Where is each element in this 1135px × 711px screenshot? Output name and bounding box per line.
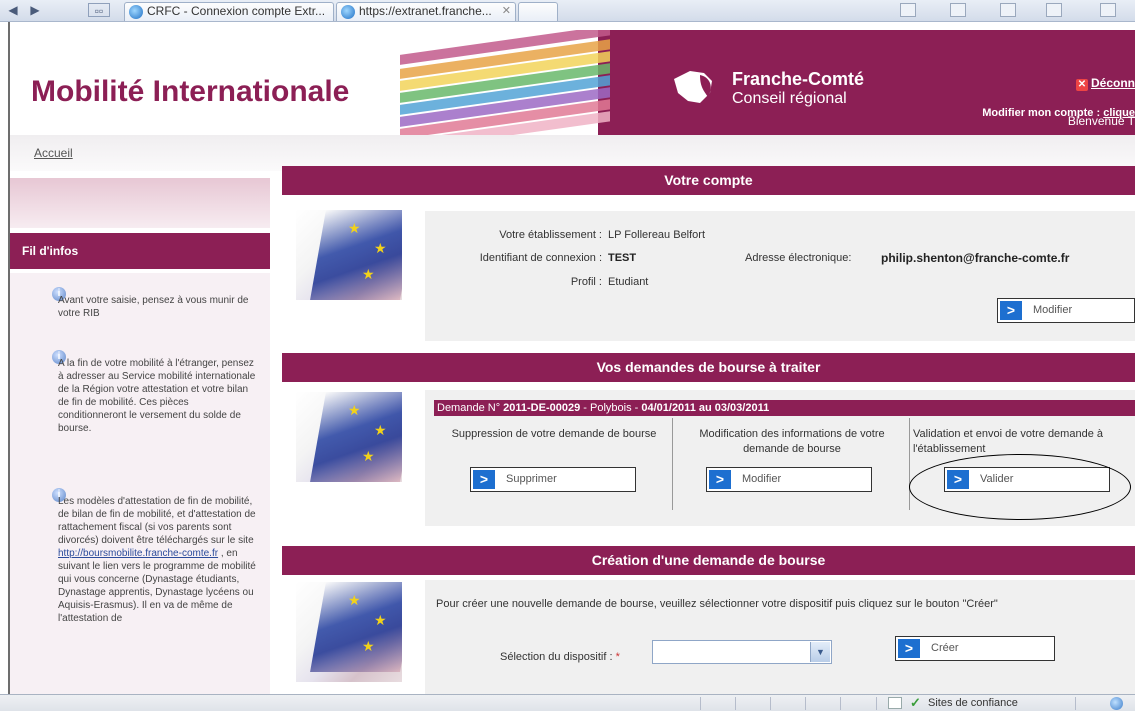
- back-icon[interactable]: ◀: [4, 3, 22, 17]
- dispositif-label: Sélection du dispositif : *: [500, 651, 620, 663]
- checkmark-icon: ✓: [910, 695, 921, 710]
- email-value: philip.shenton@franche-comte.fr: [881, 251, 1070, 265]
- sidebar-banner: [10, 178, 270, 228]
- modify-request-button[interactable]: > Modifier: [706, 467, 872, 492]
- column-divider: [909, 418, 910, 510]
- modify-description: Modification des informations de votre d…: [699, 428, 885, 455]
- identifiant-value: TEST: [608, 252, 637, 264]
- demande-number: 2011-DE-00029: [503, 402, 581, 414]
- demande-prefix: Demande N°: [437, 402, 504, 414]
- profil-value: Etudiant: [608, 276, 649, 288]
- section-header-account: Votre compte: [282, 166, 1135, 195]
- news-list: [10, 273, 270, 694]
- close-icon[interactable]: ✕: [502, 3, 511, 19]
- create-request-button[interactable]: > Créer: [895, 636, 1055, 661]
- section-header-requests: Vos demandes de bourse à traiter: [282, 353, 1135, 382]
- tools-icon[interactable]: [1100, 3, 1116, 17]
- feeds-icon[interactable]: [950, 3, 966, 17]
- modify-account-link[interactable]: clique: [1103, 107, 1135, 119]
- chevron-right-icon: >: [1000, 301, 1022, 320]
- window-left-border: [0, 22, 10, 694]
- page-icon[interactable]: [1046, 3, 1062, 17]
- required-mark: *: [615, 651, 620, 663]
- browser-tab-bar: ◀ ▶ ▫▫ CRFC - Connexion compte Extr... h…: [0, 0, 1135, 22]
- new-tab[interactable]: [518, 2, 558, 21]
- delete-description: Suppression de votre demande de bourse: [451, 428, 657, 440]
- section-header-creation: Création d'une demande de bourse: [282, 546, 1135, 575]
- ie-icon: [129, 5, 143, 19]
- email-label: Adresse électronique:: [745, 252, 852, 264]
- news-link[interactable]: http://boursmobilite.franche-comte.fr: [58, 548, 218, 559]
- ie-icon: [341, 5, 355, 19]
- identifiant-label: Identifiant de connexion :: [479, 252, 602, 264]
- dispositif-select[interactable]: ▼: [652, 640, 832, 664]
- forward-icon[interactable]: ▶: [26, 3, 44, 17]
- close-icon: ✕: [1075, 79, 1088, 91]
- etablissement-value: LP Follereau Belfort: [608, 229, 706, 241]
- tab-crfc[interactable]: CRFC - Connexion compte Extr...: [124, 2, 334, 21]
- region-name: Franche-Comté: [732, 69, 865, 89]
- breadcrumb-home-link[interactable]: Accueil: [34, 146, 73, 160]
- security-icon[interactable]: [888, 697, 902, 709]
- security-zone: Sites de confiance: [928, 697, 1018, 709]
- news-item: Les modèles d'attestation de fin de mobi…: [58, 495, 258, 625]
- logout-label: Déconn: [1090, 76, 1135, 90]
- news-text: , en suivant le lien vers le programme d…: [58, 548, 256, 624]
- logout-link[interactable]: ✕ Déconn: [1075, 76, 1135, 91]
- tab-extranet[interactable]: https://extranet.franche... ✕: [336, 2, 516, 21]
- chevron-right-icon: >: [709, 470, 731, 489]
- button-label: Supprimer: [506, 473, 557, 485]
- eu-flag-image: ★ ★ ★: [296, 392, 402, 482]
- home-icon[interactable]: [900, 3, 916, 17]
- demande-dates: 04/01/2011 au 03/03/2011: [641, 402, 770, 414]
- chevron-down-icon[interactable]: ▼: [810, 642, 830, 662]
- print-icon[interactable]: [1000, 3, 1016, 17]
- chevron-right-icon: >: [473, 470, 495, 489]
- delete-request-button[interactable]: > Supprimer: [470, 467, 636, 492]
- news-text: Les modèles d'attestation de fin de mobi…: [58, 496, 256, 546]
- button-label: Modifier: [742, 473, 782, 485]
- quick-tabs-icon[interactable]: ▫▫: [88, 3, 110, 18]
- zoom-icon[interactable]: [1110, 697, 1123, 710]
- creation-instruction: Pour créer une nouvelle demande de bours…: [436, 598, 998, 610]
- etablissement-label: Votre établissement :: [499, 229, 602, 241]
- modify-account-button[interactable]: > Modifier: [997, 298, 1135, 323]
- region-subtitle: Conseil régional: [732, 90, 847, 107]
- dispositif-label-text: Sélection du dispositif :: [500, 651, 616, 663]
- header-stripes: [400, 30, 610, 135]
- status-bar: ✓ Sites de confiance: [0, 694, 1135, 711]
- eu-flag-image: ★ ★ ★: [296, 210, 402, 300]
- eu-flag-image: ★ ★ ★: [296, 582, 402, 682]
- demande-program: - Polybois -: [580, 402, 642, 414]
- profil-label: Profil :: [570, 276, 602, 288]
- modify-account-label: Modifier mon compte :: [982, 107, 1104, 119]
- franche-comte-logo: [674, 71, 712, 103]
- column-divider: [672, 418, 673, 510]
- site-title: Mobilité Internationale: [31, 75, 350, 108]
- tab-label: CRFC - Connexion compte Extr...: [147, 4, 326, 18]
- validate-description: Validation et envoi de votre demande à l…: [913, 428, 1103, 455]
- chevron-right-icon: >: [898, 639, 920, 658]
- demande-bar: Demande N° 2011-DE-00029 - Polybois - 04…: [434, 400, 1135, 416]
- tab-label: https://extranet.franche...: [359, 4, 492, 18]
- button-label: Créer: [931, 642, 959, 654]
- modify-account: Modifier mon compte : clique: [982, 107, 1135, 119]
- highlight-ellipse: [909, 454, 1131, 520]
- news-item: A la fin de votre mobilité à l'étranger,…: [58, 358, 256, 434]
- news-item: Avant votre saisie, pensez à vous munir …: [58, 295, 249, 319]
- sidebar-title: Fil d'infos: [10, 233, 270, 269]
- button-label: Modifier: [1033, 304, 1073, 316]
- site-header: Mobilité Internationale Franche-Comté Co…: [10, 30, 1135, 135]
